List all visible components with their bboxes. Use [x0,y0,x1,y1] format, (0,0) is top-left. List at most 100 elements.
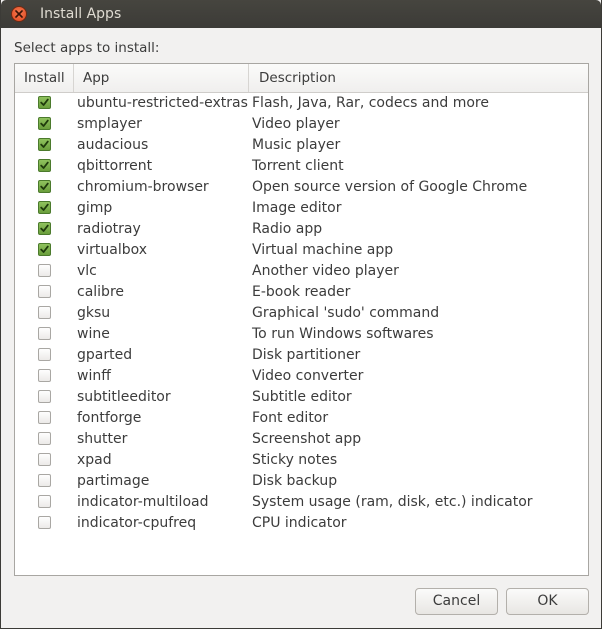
app-name: gksu [77,305,111,321]
app-name: fontforge [77,410,142,426]
install-checkbox[interactable] [38,264,51,277]
app-description: Sticky notes [252,452,338,468]
app-description: Video player [252,116,340,132]
table-row[interactable]: gksu Graphical 'sudo' command [15,303,588,324]
title-bar[interactable]: Install Apps [1,0,601,28]
app-description: To run Windows softwares [252,326,434,342]
table-row[interactable]: calibre E-book reader [15,282,588,303]
app-description: Subtitle editor [252,389,352,405]
table-row[interactable]: indicator-cpufreq CPU indicator [15,513,588,534]
table-row[interactable]: vlc Another video player [15,261,588,282]
window-title: Install Apps [40,6,122,22]
column-header-install[interactable]: Install [15,64,74,92]
table-row[interactable]: xpad Sticky notes [15,450,588,471]
table-row[interactable]: shutter Screenshot app [15,429,588,450]
table-row[interactable]: partimage Disk backup [15,471,588,492]
app-name: virtualbox [77,242,148,258]
app-description: Screenshot app [252,431,362,447]
install-checkbox[interactable] [38,159,51,172]
table-row[interactable]: chromium-browser Open source version of G… [15,177,588,198]
app-name: indicator-cpufreq [77,515,197,531]
table-row[interactable]: qbittorrent Torrent client [15,156,588,177]
app-description: Font editor [252,410,329,426]
apps-table: Install App Description ubuntu-restricte… [14,63,589,576]
table-row[interactable]: audacious Music player [15,135,588,156]
table-row[interactable]: gimp Image editor [15,198,588,219]
app-name: subtitleeditor [77,389,171,405]
ok-button[interactable]: OK [506,588,589,615]
table-row[interactable]: virtualbox Virtual machine app [15,240,588,261]
app-name: calibre [77,284,125,300]
column-header-app[interactable]: App [74,64,249,92]
checkmark-icon [40,224,49,232]
app-name: shutter [77,431,128,447]
app-name: gimp [77,200,113,216]
install-checkbox[interactable] [38,222,51,235]
install-checkbox[interactable] [38,327,51,340]
app-name: vlc [77,263,97,279]
cancel-button[interactable]: Cancel [415,588,498,615]
install-checkbox[interactable] [38,117,51,130]
install-apps-dialog: Install Apps Select apps to install: Ins… [0,0,602,629]
app-name: xpad [77,452,112,468]
install-checkbox[interactable] [38,306,51,319]
select-prompt: Select apps to install: [14,40,160,56]
column-header-description[interactable]: Description [249,64,588,92]
install-checkbox[interactable] [38,180,51,193]
app-name: qbittorrent [77,158,153,174]
app-description: Graphical 'sudo' command [252,305,440,321]
app-name: gparted [77,347,133,363]
table-row[interactable]: fontforge Font editor [15,408,588,429]
table-row[interactable]: wine To run Windows softwares [15,324,588,345]
install-checkbox[interactable] [38,453,51,466]
table-row[interactable]: gparted Disk partitioner [15,345,588,366]
table-row[interactable]: subtitleeditor Subtitle editor [15,387,588,408]
app-name: audacious [77,137,149,153]
install-checkbox[interactable] [38,138,51,151]
app-name: radiotray [77,221,141,237]
table-row[interactable]: ubuntu-restricted-extras Flash, Java, Rar… [15,93,588,114]
table-row[interactable]: indicator-multiload System usage (ram, di… [15,492,588,513]
app-name: ubuntu-restricted-extras [77,95,248,111]
install-checkbox[interactable] [38,369,51,382]
app-name: wine [77,326,110,342]
table-row[interactable]: winff Video converter [15,366,588,387]
checkmark-icon [40,98,49,106]
install-checkbox[interactable] [38,201,51,214]
app-description: Torrent client [252,158,344,174]
close-button[interactable] [11,6,27,22]
table-header: Install App Description [15,64,588,93]
checkmark-icon [40,161,49,169]
app-name: smplayer [77,116,142,132]
install-checkbox[interactable] [38,285,51,298]
checkmark-icon [40,119,49,127]
app-description: Image editor [252,200,342,216]
app-name: winff [77,368,111,384]
app-description: Music player [252,137,341,153]
table-row[interactable]: smplayer Video player [15,114,588,135]
install-checkbox[interactable] [38,411,51,424]
app-description: Another video player [252,263,399,279]
app-description: System usage (ram, disk, etc.) indicator [252,494,533,510]
install-checkbox[interactable] [38,390,51,403]
install-checkbox[interactable] [38,474,51,487]
app-description: Flash, Java, Rar, codecs and more [252,95,489,111]
checkmark-icon [40,182,49,190]
install-checkbox[interactable] [38,495,51,508]
app-name: partimage [77,473,150,489]
install-checkbox[interactable] [38,243,51,256]
install-checkbox[interactable] [38,348,51,361]
close-icon [15,10,23,18]
table-row[interactable]: radiotray Radio app [15,219,588,240]
checkmark-icon [40,203,49,211]
install-checkbox[interactable] [38,96,51,109]
app-description: CPU indicator [252,515,347,531]
install-checkbox[interactable] [38,516,51,529]
install-checkbox[interactable] [38,432,51,445]
app-description: Disk partitioner [252,347,361,363]
checkmark-icon [40,140,49,148]
app-description: Video converter [252,368,364,384]
checkmark-icon [40,245,49,253]
app-description: E-book reader [252,284,351,300]
app-description: Disk backup [252,473,338,489]
